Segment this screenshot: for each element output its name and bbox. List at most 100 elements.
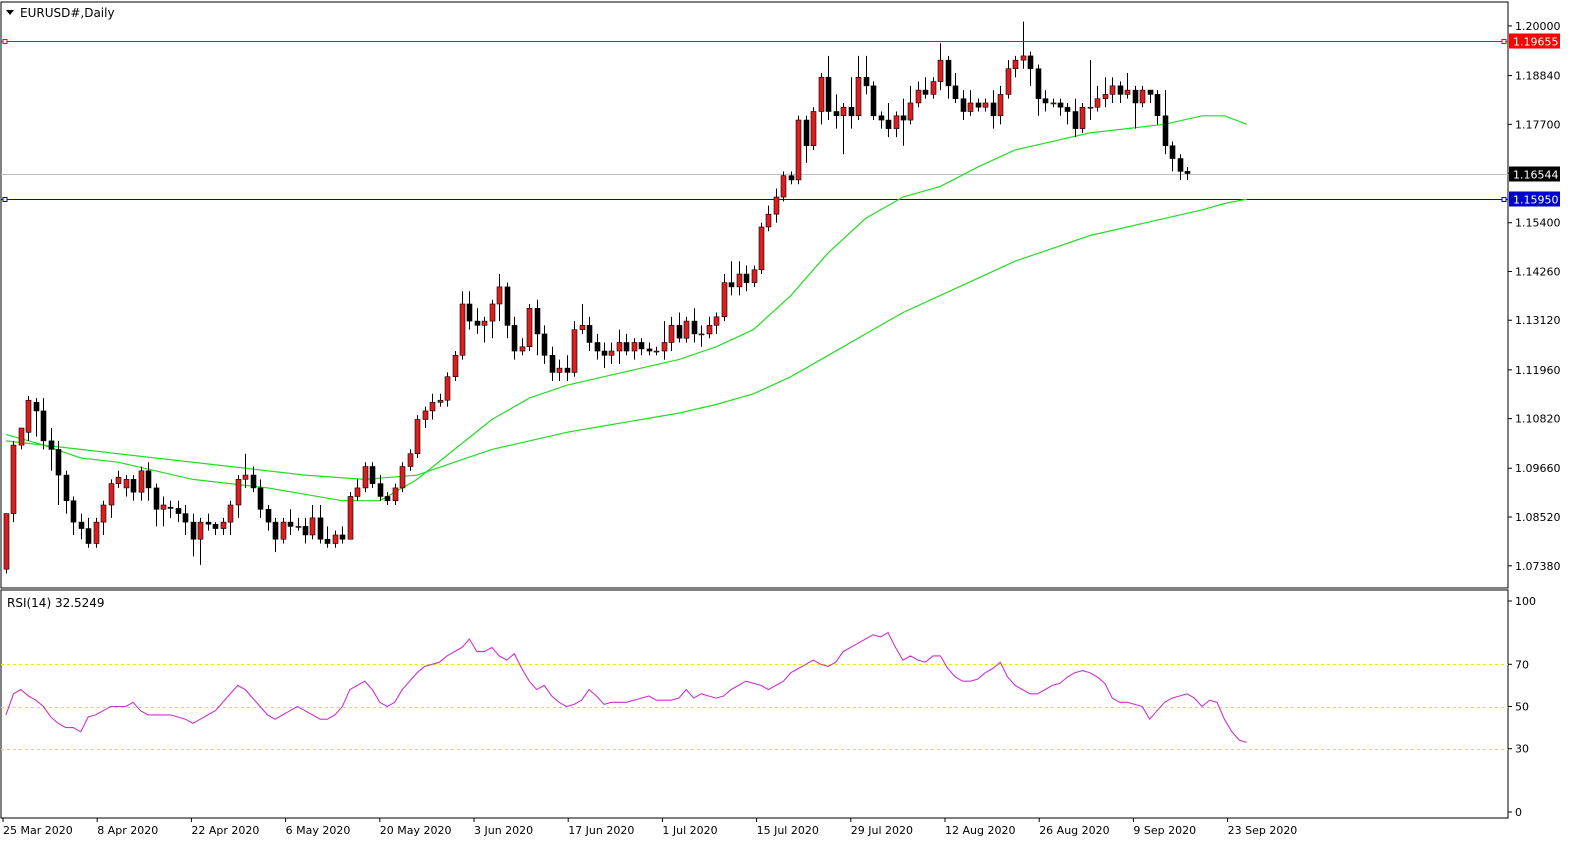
candle-body (1117, 85, 1124, 95)
rsi-y-tick-label: 50 (1515, 701, 1529, 714)
candle-body (466, 303, 473, 322)
candle-body (728, 282, 735, 288)
candle-body (190, 521, 197, 540)
candle-body (437, 399, 444, 403)
candle-body (698, 333, 705, 336)
candle-body (1072, 111, 1079, 129)
candle-body (384, 496, 391, 502)
candle-body (900, 115, 907, 121)
candle-body (990, 102, 997, 117)
price-panel: 1.200001.188401.177001.165601.154001.142… (0, 1, 1561, 589)
candle-body (354, 487, 361, 497)
candle-body (3, 513, 10, 570)
chart-title: EURUSD#,Daily (20, 6, 115, 20)
candle-body (257, 487, 264, 510)
candle-body (1184, 171, 1191, 174)
y-tick-label: 1.10820 (1515, 413, 1561, 426)
candle-body (915, 89, 922, 104)
candle-body (280, 521, 287, 540)
candle-body (556, 367, 563, 373)
candle-body (1177, 158, 1184, 172)
candle-body (422, 410, 429, 420)
candle-body (885, 119, 892, 129)
candle-body (153, 487, 160, 510)
candle-body (579, 325, 586, 330)
candle-body (646, 348, 653, 352)
candle-body (863, 76, 870, 87)
level-handle-left (2, 39, 8, 44)
candle-body (339, 534, 346, 540)
candle-body (205, 521, 212, 525)
candle-body (444, 376, 451, 401)
candle-body (48, 440, 55, 450)
x-tick-label: 3 Jun 2020 (474, 824, 533, 837)
candle-body (765, 213, 772, 228)
candle-body (414, 419, 421, 454)
candle-body (967, 102, 974, 112)
candle-body (960, 98, 967, 112)
candle-body (758, 226, 765, 271)
candle-body (138, 470, 145, 493)
candle-body (220, 521, 227, 529)
candle-body (1169, 145, 1176, 159)
candle-body (295, 526, 302, 528)
rsi-y-tick-label: 0 (1515, 806, 1522, 819)
level-handle-right (1501, 197, 1507, 202)
candle-body (33, 402, 40, 412)
candle-body (309, 517, 316, 536)
candle-body (975, 102, 982, 108)
candle-body (1132, 89, 1139, 104)
x-tick-label: 6 May 2020 (286, 824, 351, 837)
chart-window: 1.200001.188401.177001.165601.154001.142… (0, 0, 1584, 851)
price-panel-border (0, 1, 1509, 589)
candle-body (459, 303, 466, 356)
x-tick-label: 26 Aug 2020 (1039, 824, 1109, 837)
x-tick-label: 25 Mar 2020 (3, 824, 73, 837)
x-tick-label: 23 Sep 2020 (1228, 824, 1298, 837)
candle-body (825, 76, 832, 112)
candle-body (377, 483, 384, 497)
y-tick-label: 1.09660 (1515, 462, 1561, 475)
candle-body (893, 115, 900, 129)
y-tick-label: 1.20000 (1515, 20, 1561, 33)
candle-body (937, 59, 944, 82)
candle-body (773, 196, 780, 215)
candle-body (668, 325, 675, 343)
candle-body (212, 523, 219, 529)
candle-body (369, 466, 376, 484)
y-tick-label: 1.17700 (1515, 118, 1561, 131)
x-tick-label: 12 Aug 2020 (945, 824, 1015, 837)
candle-body (78, 521, 85, 529)
candle-body (952, 85, 959, 99)
candle-body (108, 483, 115, 506)
candle-body (780, 175, 787, 198)
price-axis: 1.200001.188401.177001.165601.154001.142… (1508, 20, 1561, 573)
candle-body (504, 286, 511, 326)
candle-body (392, 487, 399, 502)
candle-body (818, 76, 825, 112)
candle-body (653, 350, 660, 353)
candle-body (85, 528, 92, 544)
price-level-label: 1.19655 (1513, 36, 1559, 49)
candle-body (631, 342, 638, 352)
candle-body (197, 521, 204, 540)
candle-body (661, 342, 668, 352)
candle-body (123, 479, 130, 489)
x-tick-label: 29 Jul 2020 (851, 824, 913, 837)
x-tick-label: 22 Apr 2020 (191, 824, 259, 837)
time-axis: 25 Mar 2020 8 Apr 2020 22 Apr 2020 6 May 20… (2, 818, 1298, 837)
candle-body (489, 303, 496, 322)
candle-body (623, 342, 630, 352)
candle-body (1042, 98, 1049, 104)
candle-body (10, 444, 17, 514)
candle-body (1102, 94, 1109, 99)
candle-body (265, 508, 272, 523)
x-tick-label: 20 May 2020 (380, 824, 452, 837)
candle-body (549, 355, 556, 373)
candle-body (840, 106, 847, 117)
x-tick-label: 1 Jul 2020 (662, 824, 717, 837)
candle-body (638, 342, 645, 350)
candle-body (601, 350, 608, 356)
rsi-title: RSI(14) 32.5249 (7, 596, 105, 610)
candle-body (167, 506, 174, 509)
